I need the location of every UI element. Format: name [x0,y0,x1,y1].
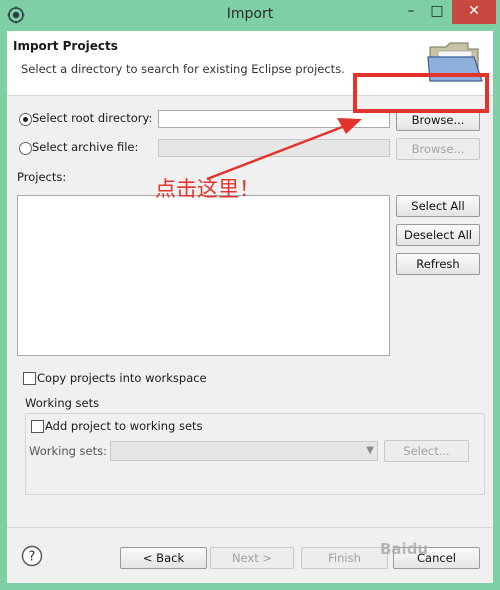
watermark: Baidu [380,540,429,558]
annotation-text: 点击这里！ [155,177,260,201]
annotation-arrow [206,118,362,181]
